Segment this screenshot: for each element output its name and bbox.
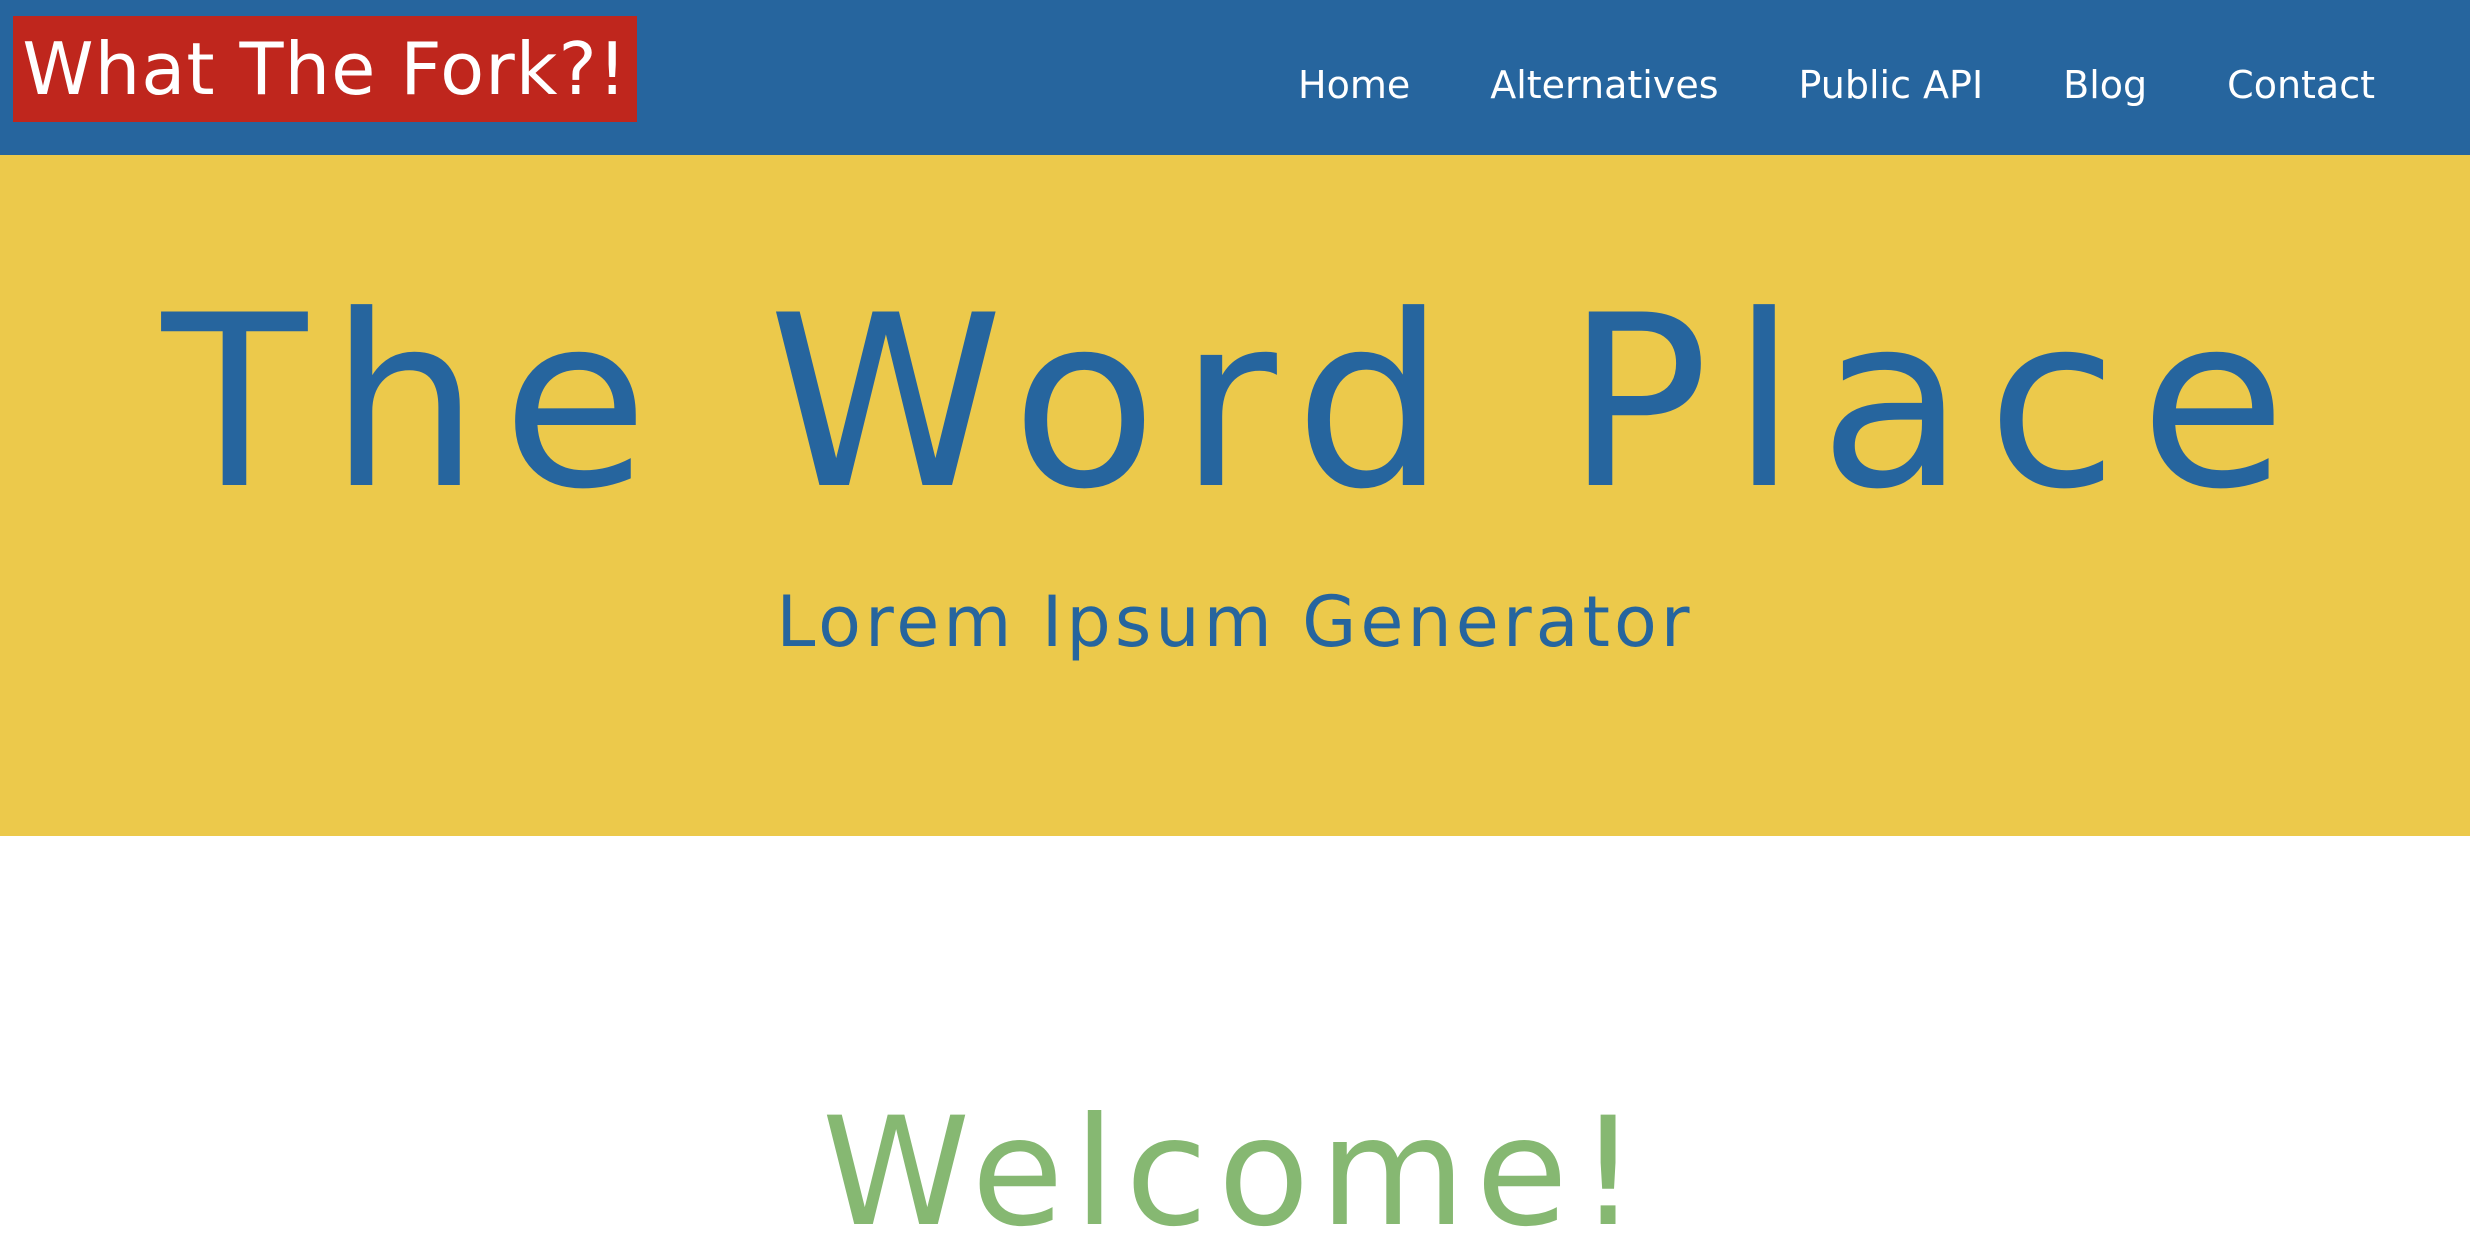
welcome-heading: Welcome! xyxy=(821,1086,1649,1246)
nav-link-blog[interactable]: Blog xyxy=(2063,66,2147,104)
nav-link-home[interactable]: Home xyxy=(1298,66,1410,104)
page: What The Fork?! Home Alternatives Public… xyxy=(0,0,2470,1246)
hero-title: The Word Place xyxy=(161,265,2309,542)
site-logo-link[interactable]: What The Fork?! xyxy=(13,16,637,122)
main-nav: Home Alternatives Public API Blog Contac… xyxy=(1298,66,2375,104)
hero-banner: The Word Place Lorem Ipsum Generator xyxy=(0,155,2470,836)
top-navigation-bar: What The Fork?! Home Alternatives Public… xyxy=(0,0,2470,155)
site-logo-text: What The Fork?! xyxy=(22,27,628,111)
nav-link-alternatives[interactable]: Alternatives xyxy=(1490,66,1718,104)
hero-subtitle: Lorem Ipsum Generator xyxy=(776,581,1694,663)
nav-link-contact[interactable]: Contact xyxy=(2227,66,2375,104)
nav-link-public-api[interactable]: Public API xyxy=(1799,66,1984,104)
